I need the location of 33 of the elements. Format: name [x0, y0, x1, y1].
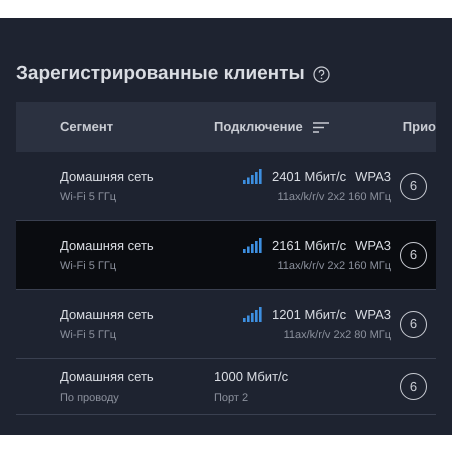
detail-label: 11ax/k/r/v 2x2 80 МГц — [284, 328, 391, 343]
signal-icon — [242, 238, 263, 253]
priority-badge[interactable]: 6 — [400, 172, 427, 200]
band-label: По проводу — [60, 390, 120, 406]
priority-badge[interactable]: 6 — [400, 310, 427, 338]
section-title: Зарегистрированные клиенты — [16, 62, 305, 86]
column-header[interactable]: Сегмент — [60, 117, 214, 137]
band-label: Wi-Fi 5 ГГц — [60, 259, 118, 274]
speed-label: 2401 Мбит/с — [272, 168, 346, 186]
help-icon[interactable] — [312, 66, 330, 82]
column-header[interactable]: Подключение — [214, 117, 303, 137]
band-label: Wi-Fi 5 ГГц — [60, 190, 118, 205]
detail-label: 11ax/k/r/v 2x2 160 МГц — [277, 259, 391, 274]
segment-name: Домашняя сеть — [60, 368, 155, 386]
priority-badge[interactable]: 6 — [400, 242, 427, 268]
signal-icon — [242, 168, 263, 184]
priority-badge[interactable]: 6 — [400, 373, 427, 400]
speed-label: 1000 Мбит/с — [214, 368, 288, 386]
segment-name: Домашняя сеть — [60, 236, 155, 255]
detail-label: 11ax/k/r/v 2x2 160 МГц — [277, 190, 391, 205]
speed-label: 2161 Мбит/с — [272, 236, 346, 254]
table-row[interactable]: Домашняя сеть Wi-Fi 5 ГГц 2161 Мбит/с WPA3 11ax/k/r/v 2x2 160 МГц 6 — [16, 221, 436, 290]
sort-icon[interactable] — [312, 122, 329, 132]
security-label: WPA3 — [355, 236, 391, 254]
signal-icon — [242, 306, 263, 322]
segment-name: Домашняя сеть — [60, 168, 155, 186]
security-label: WPA3 — [355, 306, 391, 324]
detail-label: Порт 2 — [214, 390, 248, 406]
column-header[interactable]: Прио — [402, 117, 436, 137]
security-label: WPA3 — [355, 168, 391, 186]
segment-name: Домашняя сеть — [60, 306, 155, 324]
speed-label: 1201 Мбит/с — [272, 306, 346, 324]
band-label: Wi-Fi 5 ГГц — [60, 328, 118, 343]
